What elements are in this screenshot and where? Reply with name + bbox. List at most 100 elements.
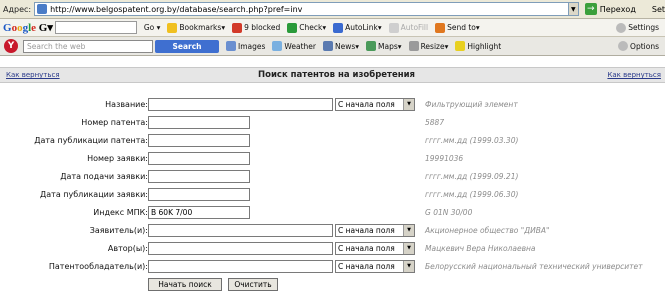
yahoo-search-button[interactable]: Search (155, 39, 219, 53)
options-icon (618, 41, 629, 51)
applicant-match-select[interactable]: С начала поля ▼ (335, 224, 415, 237)
maps-icon (366, 41, 377, 51)
highlight-button[interactable]: Highlight (455, 41, 501, 51)
author-input[interactable] (148, 242, 333, 255)
patent-number-input[interactable] (148, 116, 250, 129)
bookmarks-button[interactable]: Bookmarks ▾ (167, 22, 225, 33)
autolink-label: AutoLink (345, 23, 378, 32)
back-link-right[interactable]: Как вернуться (607, 71, 661, 79)
application-pub-date-label: Дата публикации заявки: (40, 190, 148, 199)
ipc-index-input[interactable]: B 60K 7/00 (148, 206, 250, 219)
autofill-button[interactable]: AutoFill (388, 22, 428, 33)
blocked-label: 9 blocked (244, 23, 281, 32)
form-row-author: Автор(ы): С начала поля ▼ Мацкевич Вера Н… (0, 242, 665, 257)
patent-holder-label: Патентообладатель(и): (48, 262, 148, 271)
go-arrow-icon: → (584, 3, 597, 15)
patent-pub-date-label: Дата публикации патента: (34, 136, 148, 145)
form-row-patent-holder: Патентообладатель(и): С начала поля ▼ Бел… (0, 260, 665, 275)
yahoo-search-input[interactable]: Search the web (23, 39, 153, 53)
maps-button[interactable]: Maps ▾ (366, 41, 402, 51)
autolink-button[interactable]: AutoLink ▾ (333, 22, 382, 33)
send-to-button[interactable]: Send to ▾ (435, 22, 480, 33)
author-match-value: С начала поля (338, 244, 395, 253)
weather-button[interactable]: Weather (272, 41, 316, 51)
ipc-index-label: Индекс МПК: (93, 208, 148, 217)
form-row-application-pub-date: Дата публикации заявки: гггг.мм.дд (1999… (0, 188, 665, 203)
blocker-icon (232, 22, 243, 33)
settings-icon (616, 22, 627, 33)
author-label: Автор(ы): (107, 244, 148, 253)
application-number-hint: 19991036 (425, 154, 464, 163)
patent-holder-match-select[interactable]: С начала поля ▼ (335, 260, 415, 273)
form-row-patent-pub-date: Дата публикации патента: гггг.мм.дд (199… (0, 134, 665, 149)
patent-holder-match-value: С начала поля (338, 262, 395, 271)
filing-date-label: Дата подачи заявки: (60, 172, 148, 181)
title-input[interactable] (148, 98, 333, 111)
highlight-icon (455, 41, 466, 51)
patent-holder-hint: Белорусский национальный технический уни… (425, 262, 643, 271)
form-row-patent-number: Номер патента: 5887 (0, 116, 665, 131)
form-row-application-number: Номер заявки: 19991036 (0, 152, 665, 167)
filing-date-hint: гггг.мм.дд (1999.09.21) (425, 172, 519, 181)
google-toolbar: Google G▾ Go ▾ Bookmarks ▾ 9 blocked Chec… (0, 19, 665, 37)
resize-button[interactable]: Resize ▾ (408, 41, 448, 51)
check-icon (287, 22, 298, 33)
yahoo-options-button[interactable]: Options (618, 41, 659, 51)
resize-icon (408, 41, 419, 51)
application-number-input[interactable] (148, 152, 250, 165)
go-label: Переход (599, 4, 636, 14)
images-button[interactable]: Images (226, 41, 265, 51)
start-search-button[interactable]: Начать поиск (148, 278, 222, 291)
address-bar: Адрес: http://www.belgospatent.org.by/da… (0, 0, 665, 19)
check-label: Check (299, 23, 323, 32)
resize-label: Resize (420, 41, 445, 51)
patent-pub-date-input[interactable] (148, 134, 250, 147)
images-label: Images (238, 41, 266, 51)
maps-label: Maps (378, 41, 398, 51)
yahoo-search-placeholder: Search the web (27, 41, 86, 51)
news-label: News (335, 41, 356, 51)
url-field[interactable]: http://www.belgospatent.org.by/database/… (34, 2, 569, 16)
chevron-down-icon: ▼ (403, 225, 414, 236)
popup-blocker-button[interactable]: 9 blocked (232, 22, 281, 33)
bookmarks-label: Bookmarks (179, 23, 222, 32)
applicant-input[interactable] (148, 224, 333, 237)
form-row-applicant: Заявитель(и): С начала поля ▼ Акционерное… (0, 224, 665, 239)
settings-label[interactable]: Set (652, 5, 665, 14)
google-settings-button[interactable]: Settings (616, 22, 659, 33)
form-row-ipc-index: Индекс МПК: B 60K 7/00 G 01N 30/00 (0, 206, 665, 221)
title-match-select[interactable]: С начала поля ▼ (335, 98, 415, 111)
go-button[interactable]: → Переход (584, 3, 636, 15)
news-button[interactable]: News ▾ (323, 41, 359, 51)
author-match-select[interactable]: С начала поля ▼ (335, 242, 415, 255)
yahoo-logo-icon[interactable]: Y (4, 39, 18, 53)
application-pub-date-input[interactable] (148, 188, 250, 201)
applicant-label: Заявитель(и): (89, 226, 148, 235)
google-go-label: Go (143, 23, 155, 32)
yahoo-toolbar: Y Search the web Search Images Weather N… (0, 37, 665, 56)
page-favicon-icon (37, 4, 48, 14)
spell-check-button[interactable]: Check ▾ (287, 22, 326, 33)
ipc-index-hint: G 01N 30/00 (425, 208, 473, 217)
chevron-down-icon: ▼ (403, 243, 414, 254)
filing-date-input[interactable] (148, 170, 250, 183)
title-hint: Фильтрующий элемент (425, 100, 518, 109)
google-search-input[interactable] (54, 21, 137, 34)
page-header: Как вернуться Поиск патентов на изобрете… (0, 67, 665, 83)
weather-icon (272, 41, 283, 51)
title-label: Название: (105, 100, 148, 109)
google-go-button[interactable]: Go ▾ (144, 23, 161, 32)
form-row-filing-date: Дата подачи заявки: гггг.мм.дд (1999.09.… (0, 170, 665, 185)
patent-holder-input[interactable] (148, 260, 333, 273)
images-icon (226, 41, 236, 51)
google-settings-label: Settings (628, 23, 659, 32)
google-logo[interactable]: Google G▾ (3, 21, 53, 34)
url-dropdown-button[interactable]: ▼ (568, 2, 579, 16)
application-pub-date-hint: гггг.мм.дд (1999.06.30) (425, 190, 519, 199)
back-link-left[interactable]: Как вернуться (6, 71, 60, 79)
page-title: Поиск патентов на изобретения (258, 70, 416, 80)
application-number-label: Номер заявки: (87, 154, 148, 163)
author-hint: Мацкевич Вера Николаевна (425, 244, 536, 253)
yahoo-options-label: Options (630, 41, 659, 51)
clear-button[interactable]: Очистить (228, 278, 278, 291)
